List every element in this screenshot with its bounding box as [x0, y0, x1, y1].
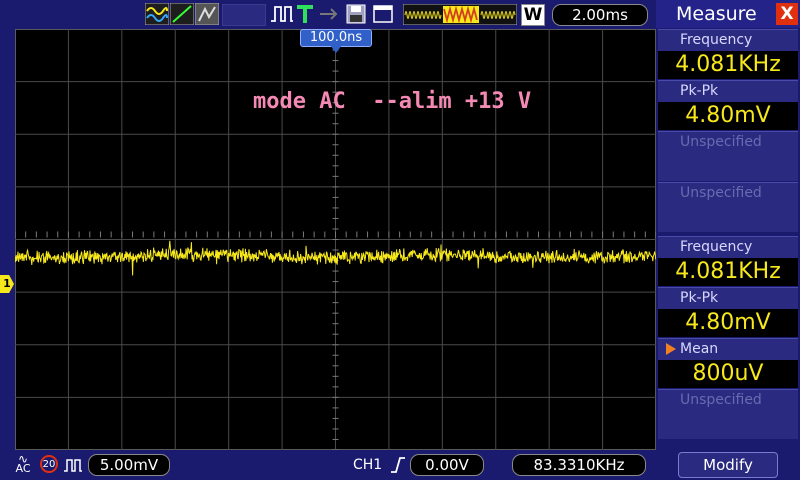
memory-depth-bar[interactable]: [403, 4, 517, 25]
measure-slot-8[interactable]: Unspecified: [658, 389, 798, 439]
bottom-status-bar: ∿ AC 20 5.00mV CH1 0.00V 83.3310KHz: [0, 450, 656, 480]
vertical-scale-display[interactable]: 5.00mV: [88, 454, 170, 476]
measure-slot-label: Unspecified: [680, 392, 762, 408]
measure-slot-value: 4.80mV: [658, 102, 798, 130]
arrow-icon: [320, 8, 338, 20]
measure-slot-5[interactable]: Frequency 4.081KHz: [658, 236, 798, 286]
measure-panel: Measure X Frequency 4.081KHz Pk-Pk 4.80m…: [656, 0, 800, 480]
probe-icon: [64, 459, 82, 472]
top-toolbar: W 2.00ms: [0, 0, 656, 29]
measure-slot-value: 800uV: [658, 360, 798, 388]
measure-slot-label: Frequency: [680, 239, 753, 255]
measure-slot-6[interactable]: Pk-Pk 4.80mV: [658, 287, 798, 337]
measure-slot-label: Frequency: [680, 32, 753, 48]
trigger-level-display[interactable]: 0.00V: [410, 454, 484, 476]
pulse-icon[interactable]: [270, 3, 294, 25]
trigger-position-arrow-icon[interactable]: [330, 45, 342, 53]
trigger-t-icon[interactable]: [296, 3, 314, 25]
measure-slot-2[interactable]: Pk-Pk 4.80mV: [658, 80, 798, 130]
window-icon[interactable]: [372, 3, 394, 25]
measure-slot-4[interactable]: Unspecified: [658, 182, 798, 232]
bw-limit-icon[interactable]: 20: [40, 455, 58, 473]
measure-slot-label: Pk-Pk: [680, 83, 719, 99]
measure-slot-1[interactable]: Frequency 4.081KHz: [658, 29, 798, 79]
measure-slot-value: 4.081KHz: [658, 258, 798, 286]
ramp-icon[interactable]: [170, 3, 194, 25]
measure-slot-3[interactable]: Unspecified: [658, 131, 798, 181]
waveform-display-icon[interactable]: [145, 3, 169, 25]
persistence-icon[interactable]: [195, 3, 219, 25]
timebase-display[interactable]: 2.00ms: [552, 4, 648, 26]
save-icon[interactable]: [345, 3, 367, 25]
measure-slot-value: 4.80mV: [658, 309, 798, 337]
measure-slot-7[interactable]: Mean 800uV: [658, 338, 798, 388]
screen-annotation: mode AC --alim +13 V: [253, 89, 532, 114]
ac-coupling-icon[interactable]: ∿ AC: [12, 453, 34, 476]
modify-button[interactable]: Modify: [678, 452, 778, 478]
status-blank-area: [222, 4, 266, 26]
trigger-mode-box[interactable]: W: [521, 4, 545, 26]
selected-arrow-icon: [666, 343, 676, 355]
measure-slot-value: 4.081KHz: [658, 51, 798, 79]
trigger-mode-letter: W: [523, 5, 543, 25]
measure-slot-label: Mean: [680, 341, 719, 357]
measure-slot-label: Unspecified: [680, 134, 762, 150]
frequency-counter-display: 83.3310KHz: [512, 454, 646, 476]
channel-offset-strip: [0, 29, 15, 450]
measure-slot-label: Unspecified: [680, 185, 762, 201]
close-icon[interactable]: X: [776, 3, 798, 25]
measure-slot-label: Pk-Pk: [680, 290, 719, 306]
trigger-source-label: CH1: [353, 457, 383, 473]
rising-edge-icon: [391, 457, 405, 473]
